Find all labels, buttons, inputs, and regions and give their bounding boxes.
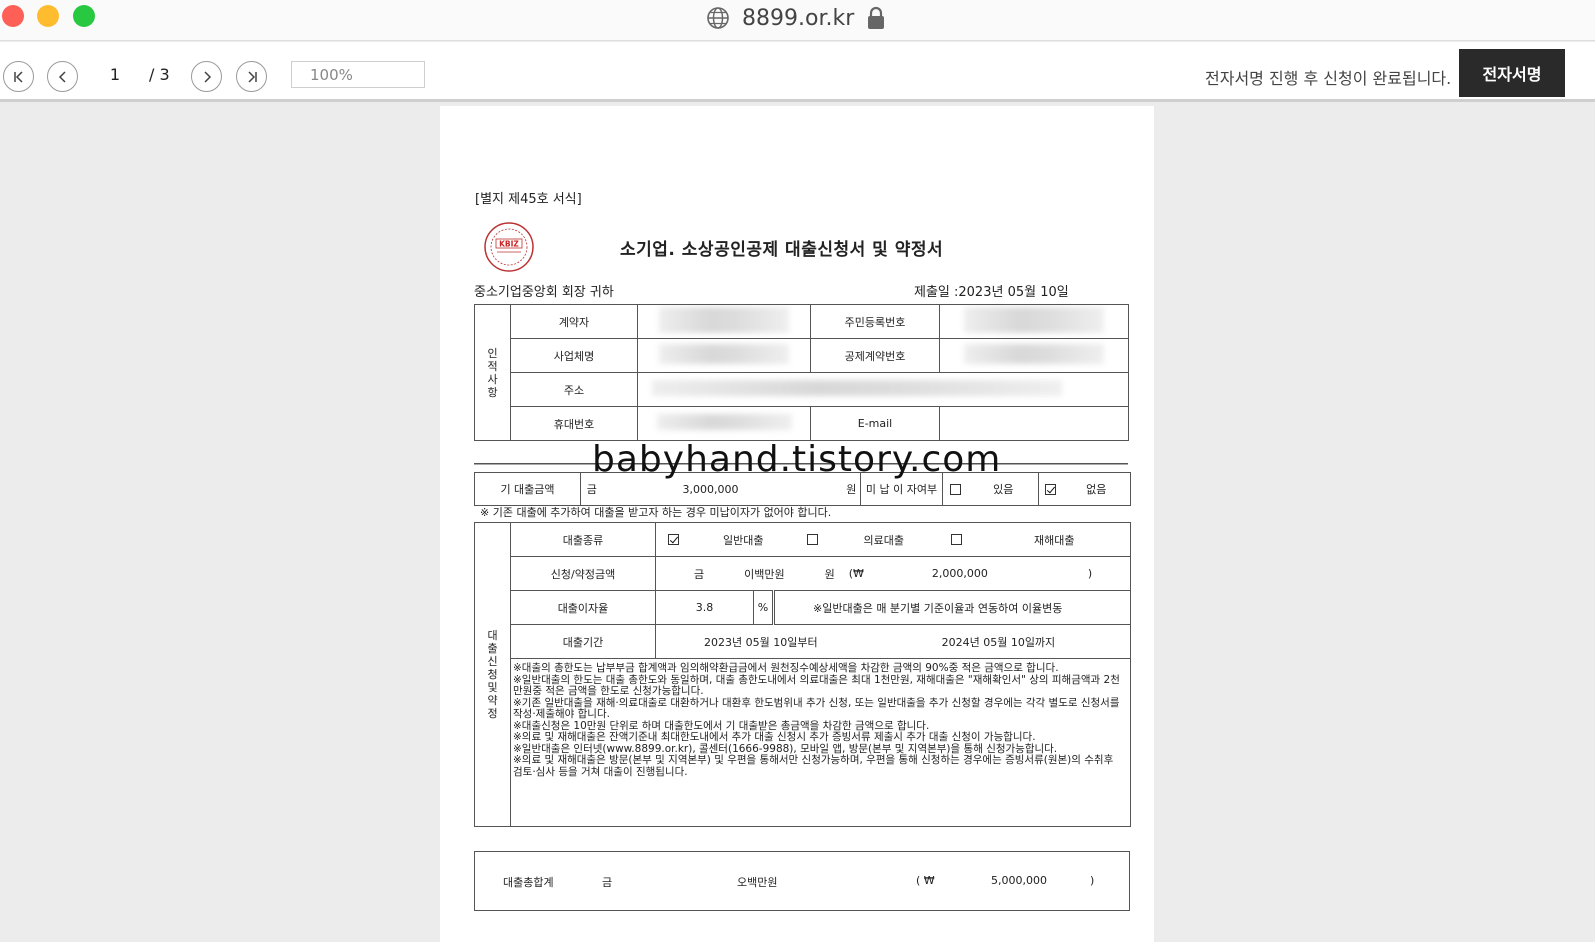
interest-rate-value: 3.8 <box>655 590 754 625</box>
loan-type-options: 일반대출 의료대출 재해대출 <box>655 522 1131 557</box>
medical-loan-label: 의료대출 <box>863 533 904 547</box>
apply-amount-unit: 원 <box>824 567 835 581</box>
kbiz-seal-icon: KBIZ <box>484 222 534 272</box>
chevron-left-icon <box>58 70 66 83</box>
browser-title-bar: 8899.or.kr <box>0 0 1595 41</box>
addressee: 중소기업중앙회 회장 귀하 <box>474 285 614 300</box>
business-name-label: 사업체명 <box>510 338 638 373</box>
url-text: 8899.or.kr <box>742 5 855 31</box>
loan-period-value: 2023년 05월 10일부터 2024년 05월 10일까지 <box>655 624 1131 659</box>
loan-note-1: ※대출의 총한도는 납부부금 합계액과 임의해약환급금에서 원천징수예상세액을 … <box>513 662 1059 674</box>
loan-section-text: 대출신청 및 약정 <box>487 629 498 720</box>
loan-note-3: ※기존 일반대출을 재해·의료대출로 대환하거나 대환후 한도범위내 추가 신청… <box>513 696 1120 720</box>
resident-no-value <box>939 304 1129 339</box>
loan-period-to: 2024년 05월 10일까지 <box>941 635 1056 649</box>
apply-amount-words: 이백만원 <box>744 567 785 581</box>
address-label: 주소 <box>510 372 638 407</box>
total-words: 오백만원 <box>737 876 778 889</box>
contractor-value <box>637 304 811 339</box>
e-signature-button[interactable]: 전자서명 <box>1459 49 1565 97</box>
lock-icon <box>868 6 885 29</box>
email-label: E-mail <box>810 406 940 441</box>
unpaid-no-checkbox[interactable] <box>1045 484 1057 495</box>
address-bar[interactable]: 8899.or.kr <box>706 3 886 33</box>
minimize-window-button[interactable] <box>37 5 59 27</box>
unpaid-no-cell <box>1038 472 1063 506</box>
unpaid-no-label: 없음 <box>1062 472 1131 506</box>
current-page-input[interactable]: 1 <box>105 65 125 84</box>
address-value <box>637 372 1129 407</box>
apply-amount-number: 2,000,000 <box>931 567 988 580</box>
contract-no-value <box>939 338 1129 373</box>
loan-note-5: ※의료 및 재해대출은 잔액기준내 최대한도내에서 추가 대출 신청시 추가 증… <box>513 731 1036 743</box>
watermark-text: babyhand.tistory.com <box>592 439 1002 480</box>
total-prefix: 금 <box>602 876 613 889</box>
globe-icon <box>707 7 729 29</box>
sign-notice-text: 전자서명 진행 후 신청이 완료됩니다. <box>1205 69 1452 88</box>
loan-period-label: 대출기간 <box>510 624 656 659</box>
interest-rate-unit: % <box>753 590 774 625</box>
seal-text: KBIZ <box>499 240 519 249</box>
total-pages: / 3 <box>149 65 170 84</box>
apply-amount-prefix: 금 <box>694 567 705 581</box>
last-page-icon <box>247 70 257 83</box>
apply-amount-open: (₩ <box>848 567 864 580</box>
first-page-button[interactable] <box>3 61 34 92</box>
form-number: [별지 제45호 서식] <box>475 192 582 207</box>
close-window-button[interactable] <box>2 5 24 27</box>
disaster-loan-checkbox[interactable] <box>950 534 962 545</box>
existing-loan-label: 기 대출금액 <box>474 472 581 506</box>
loan-note-2: ※일반대출의 한도는 대출 총한도와 동일하며, 대출 총한도내에서 의료대출은… <box>513 673 1120 697</box>
disaster-loan-label: 재해대출 <box>1033 533 1075 547</box>
first-page-icon <box>13 70 23 83</box>
unpaid-yes-checkbox[interactable] <box>950 484 962 495</box>
zoom-input[interactable]: 100% <box>291 61 425 88</box>
medical-loan-checkbox[interactable] <box>807 534 819 545</box>
personal-section-text: 인적사항 <box>487 346 498 399</box>
resident-no-label: 주민등록번호 <box>810 304 940 339</box>
apply-amount-close: ) <box>1087 567 1093 580</box>
interest-rate-note: ※일반대출은 매 분기별 기준이율과 연동하여 이율변동 <box>772 590 1131 625</box>
loan-note-7: ※의료 및 재해대출은 방문(본부 및 지역본부) 및 우편을 통해서만 신청가… <box>513 754 1114 778</box>
next-page-button[interactable] <box>191 61 222 92</box>
loan-section-label: 대출신청 및 약정 <box>474 522 511 827</box>
business-name-value <box>637 338 811 373</box>
apply-amount-value: 금 이백만원 원 (₩ 2,000,000 ) <box>655 556 1131 591</box>
submission-date: 제출일 :2023년 05월 10일 <box>914 285 1069 300</box>
document-title: 소기업. 소상공인공제 대출신청서 및 약정서 <box>620 240 944 260</box>
contract-no-label: 공제계약번호 <box>810 338 940 373</box>
interest-rate-label: 대출이자율 <box>510 590 656 625</box>
general-loan-label: 일반대출 <box>723 533 764 547</box>
loan-period-from: 2023년 05월 10일부터 <box>704 635 818 649</box>
zoom-window-button[interactable] <box>73 5 95 27</box>
personal-info-table: 인적사항 계약자 주민등록번호 사업체명 공제계약번호 주소 휴대번호 E-ma… <box>474 304 1129 441</box>
total-open: ( ₩ <box>916 874 935 887</box>
total-label: 대출총합계 <box>503 876 554 889</box>
loan-type-label: 대출종류 <box>510 522 656 557</box>
document-page: [별지 제45호 서식] KBIZ 소기업. 소상공인공제 대출신청서 및 약정… <box>440 106 1154 942</box>
existing-loan-note: ※ 기존 대출에 추가하여 대출을 받고자 하는 경우 미납이자가 없어야 합니… <box>480 506 832 519</box>
last-page-button[interactable] <box>236 61 267 92</box>
personal-section-label: 인적사항 <box>474 304 511 441</box>
apply-amount-label: 신청/약정금액 <box>510 556 656 591</box>
mobile-label: 휴대번호 <box>510 406 638 441</box>
loan-application-table: 대출신청 및 약정 대출종류 일반대출 의료대출 재해대출 신청/약정금액 금 … <box>474 522 1131 827</box>
contractor-label: 계약자 <box>510 304 638 339</box>
chevron-right-icon <box>203 70 211 83</box>
prev-page-button[interactable] <box>47 61 78 92</box>
loan-total-box: 대출총합계 금 오백만원 ( ₩ 5,000,000 ) <box>474 851 1130 911</box>
email-value <box>939 406 1129 441</box>
general-loan-checkbox[interactable] <box>668 534 679 545</box>
mobile-value <box>637 406 811 441</box>
total-close: ) <box>1090 874 1095 887</box>
pdf-viewer-toolbar: 1 / 3 100% 전자서명 진행 후 신청이 완료됩니다. 전자서명 <box>0 42 1595 102</box>
total-number: 5,000,000 <box>991 874 1047 887</box>
loan-notes: ※대출의 총한도는 납부부금 합계액과 임의해약환급금에서 원천징수예상세액을 … <box>510 658 1131 827</box>
